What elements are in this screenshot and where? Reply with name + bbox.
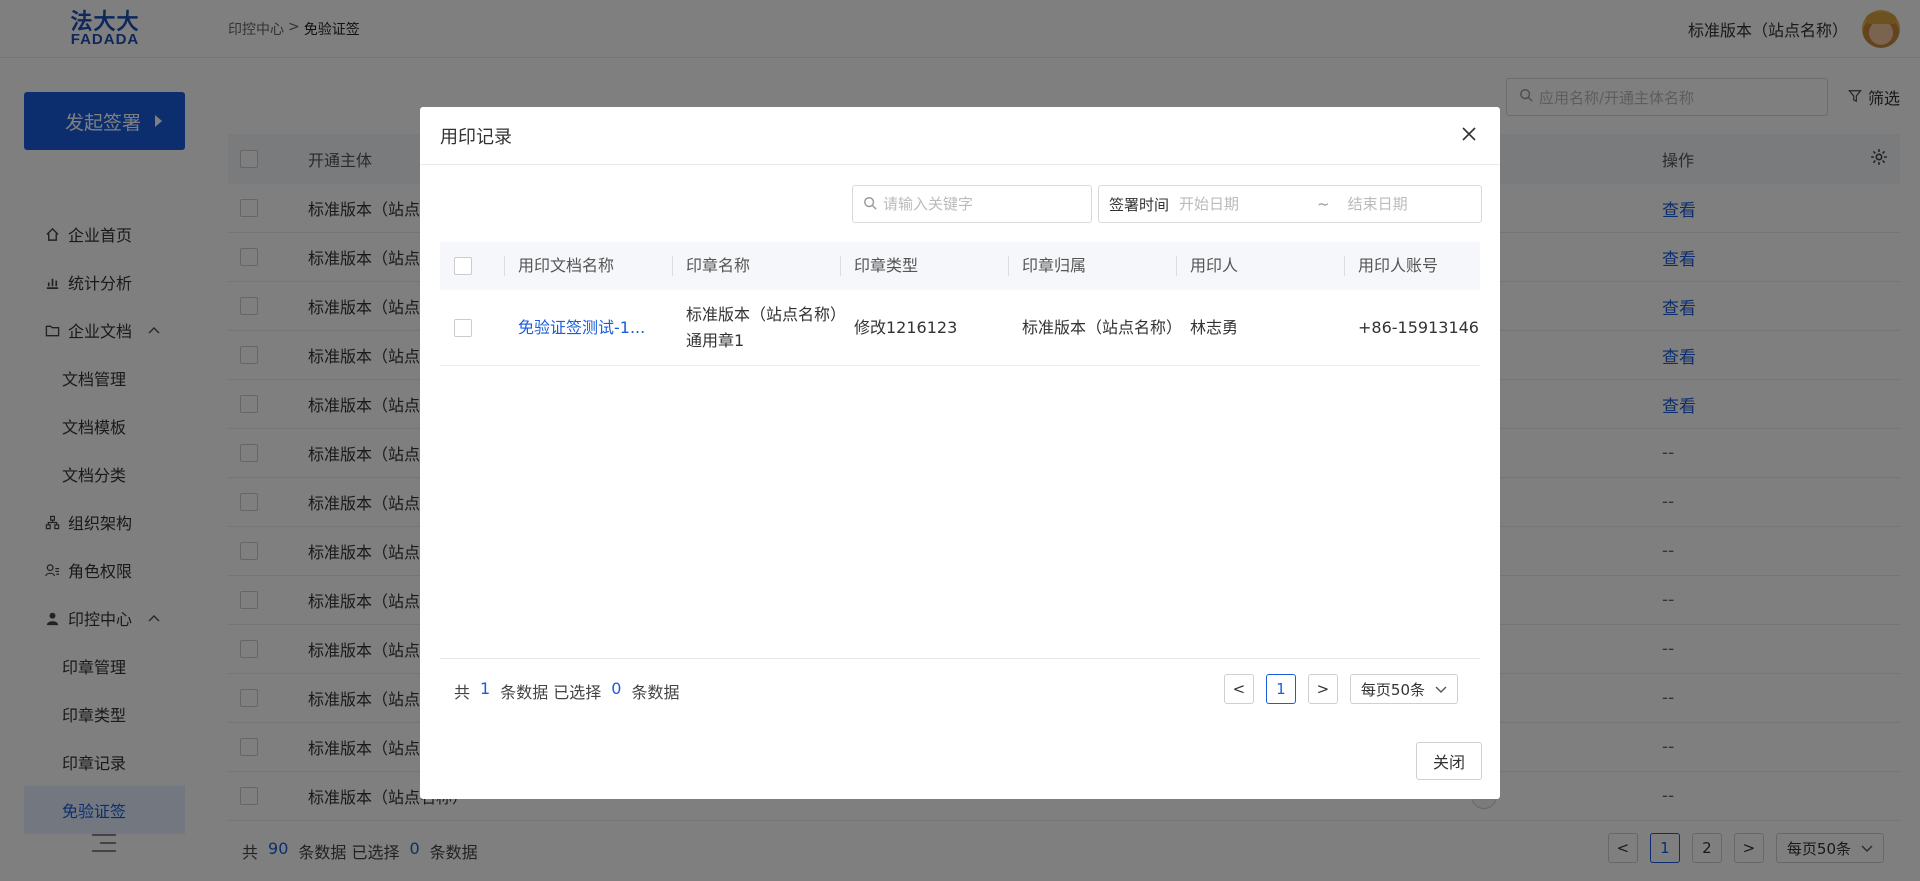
next-page-button[interactable]: > bbox=[1307, 674, 1338, 704]
column-account: 用印人账号 bbox=[1344, 253, 1480, 279]
modal-pagination: < 1 > 每页50条 bbox=[1223, 674, 1458, 704]
column-doc-name: 用印文档名称 bbox=[504, 253, 672, 279]
date-range-separator: ~ bbox=[1317, 195, 1330, 213]
cell-seal-name: 标准版本（站点名称）通用章1 bbox=[686, 304, 839, 350]
page-size-select[interactable]: 每页50条 bbox=[1349, 674, 1458, 704]
summary-selected: 0 bbox=[611, 679, 622, 698]
table-header: 用印文档名称 印章名称 印章类型 印章归属 用印人 用印人账号 bbox=[440, 242, 1480, 290]
search-icon bbox=[863, 195, 877, 214]
sign-date-range[interactable]: 签署时间 ~ bbox=[1098, 185, 1482, 223]
prev-page-button[interactable]: < bbox=[1223, 674, 1254, 704]
page-size-value: 每页50条 bbox=[1360, 680, 1425, 699]
seal-usage-table: 用印文档名称 印章名称 印章类型 印章归属 用印人 用印人账号 免验证签测试-1… bbox=[440, 242, 1480, 366]
doc-name-link[interactable]: 免验证签测试-1... bbox=[518, 315, 663, 341]
column-user: 用印人 bbox=[1176, 253, 1344, 279]
cell-seal-type: 修改1216123 bbox=[854, 317, 958, 337]
column-seal-type: 印章类型 bbox=[840, 253, 1008, 279]
column-seal-name: 印章名称 bbox=[672, 253, 840, 279]
modal-table-summary: 共 1 条数据 已选择 0 条数据 bbox=[454, 679, 680, 703]
modal-title: 用印记录 bbox=[440, 126, 512, 148]
start-date-input[interactable] bbox=[1179, 195, 1300, 213]
keyword-search-field[interactable] bbox=[852, 185, 1092, 223]
summary-prefix: 共 bbox=[454, 683, 471, 702]
column-seal-owner: 印章归属 bbox=[1008, 253, 1176, 279]
modal-filters: 签署时间 ~ bbox=[852, 185, 1482, 223]
cell-user: 林志勇 bbox=[1190, 317, 1239, 337]
page-button-1[interactable]: 1 bbox=[1265, 674, 1296, 704]
table-row: 免验证签测试-1... 标准版本（站点名称）通用章1 修改1216123 标准版… bbox=[440, 290, 1480, 366]
cell-account: +86-15913146045 bbox=[1358, 317, 1480, 337]
date-range-label: 签署时间 bbox=[1109, 195, 1170, 214]
close-button[interactable]: 关闭 bbox=[1416, 742, 1482, 780]
cell-seal-owner: 标准版本（站点名称） bbox=[1022, 317, 1183, 337]
divider bbox=[440, 658, 1480, 659]
summary-suffix: 条数据 bbox=[631, 683, 680, 702]
keyword-input[interactable] bbox=[883, 195, 1073, 213]
close-icon[interactable] bbox=[1456, 121, 1482, 147]
end-date-input[interactable] bbox=[1347, 195, 1468, 213]
modal-header: 用印记录 bbox=[420, 107, 1500, 165]
chevron-down-icon bbox=[1435, 680, 1447, 698]
summary-total: 1 bbox=[480, 679, 491, 698]
seal-usage-records-modal: 用印记录 签署时间 ~ 用印文档名称 印章名称 印章类型 印章归属 用印人 用印… bbox=[420, 107, 1500, 799]
select-all-checkbox[interactable] bbox=[454, 257, 472, 275]
row-checkbox[interactable] bbox=[454, 318, 472, 337]
summary-mid: 条数据 已选择 bbox=[500, 683, 602, 702]
